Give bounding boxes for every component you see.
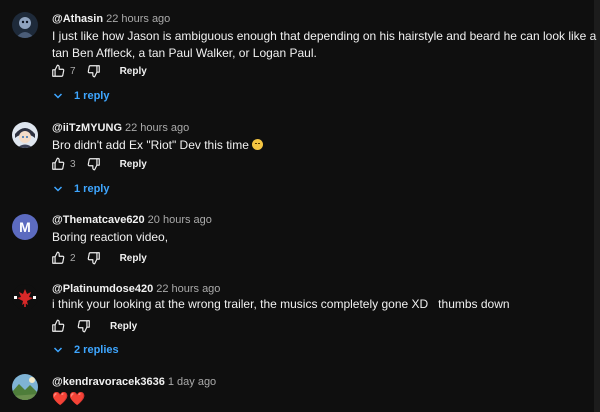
thumbs-up-icon[interactable] (50, 63, 66, 79)
like-count: 3 (70, 158, 76, 170)
comment-meta: @Platinumdose420 22 hours ago (52, 282, 220, 296)
comment-author[interactable]: @Thematcave620 (52, 214, 145, 226)
chevron-down-icon (52, 344, 64, 356)
thumbs-down-icon[interactable] (76, 318, 92, 334)
comment-text: I just like how Jason is ambiguous enoug… (52, 29, 597, 60)
comment-meta: @iiTzMYUNG 22 hours ago (52, 121, 189, 135)
comment-meta: @Thematcave620 20 hours ago (52, 213, 212, 227)
comment-author[interactable]: @Platinumdose420 (52, 283, 153, 295)
view-replies-button[interactable]: 1 reply (52, 90, 109, 102)
replies-count-label: 1 reply (74, 183, 110, 195)
reply-button[interactable]: Reply (120, 253, 147, 264)
comment-actions: Reply (50, 317, 137, 335)
thumbs-up-icon[interactable] (50, 250, 66, 266)
reply-button[interactable]: Reply (110, 321, 137, 332)
comment-meta: @kendravoracek3636 1 day ago (52, 375, 216, 389)
avatar-landscape-photo-icon[interactable] (12, 374, 38, 400)
comment-author[interactable]: @kendravoracek3636 (52, 376, 165, 388)
comment-item: @Athasin 22 hours ago I just like how Jas… (0, 0, 597, 112)
avatar-canada-flag-icon[interactable] (12, 284, 38, 310)
replies-count-label: 2 replies (74, 344, 119, 356)
thumbs-up-icon[interactable] (50, 156, 66, 172)
comment-item: @kendravoracek3636 1 day ago ❤️❤️ (0, 366, 594, 412)
chevron-down-icon (52, 90, 64, 102)
comment-timestamp[interactable]: 22 hours ago (156, 283, 220, 295)
smirk-face-emoji (251, 139, 263, 150)
comment-timestamp[interactable]: 20 hours ago (148, 214, 212, 226)
like-count: 2 (70, 252, 76, 264)
comment-actions: 7 Reply (50, 62, 147, 80)
comment-actions: 2 Reply (50, 249, 147, 267)
comment-text: Boring reaction video, (52, 230, 169, 244)
comment-timestamp[interactable]: 22 hours ago (106, 13, 170, 25)
comment-item: @Platinumdose420 22 hours ago i think you… (0, 274, 594, 366)
comment-item: @iiTzMYUNG 22 hours ago Bro didn't add Ex… (0, 112, 594, 204)
comment-author[interactable]: @Athasin (52, 13, 103, 25)
comment-item: M @Thematcave620 20 hours ago Boring reac… (0, 204, 594, 274)
reply-button[interactable]: Reply (120, 159, 147, 170)
comment-timestamp[interactable]: 1 day ago (168, 376, 216, 388)
reply-button[interactable]: Reply (120, 66, 147, 77)
avatar-letter-icon[interactable]: M (12, 214, 38, 240)
thumbs-down-icon[interactable] (86, 63, 102, 79)
thumbs-down-icon[interactable] (86, 156, 102, 172)
avatar-anime-character-icon[interactable] (12, 122, 38, 148)
comment-actions: 3 Reply (50, 155, 147, 173)
chevron-down-icon (52, 183, 64, 195)
comment-timestamp[interactable]: 22 hours ago (125, 122, 189, 134)
thumbs-down-icon[interactable] (86, 250, 102, 266)
comment-text-body: Bro didn't add Ex "Riot" Dev this time (52, 138, 249, 152)
avatar-letter: M (19, 219, 31, 235)
view-replies-button[interactable]: 1 reply (52, 183, 109, 195)
comment-meta: @Athasin 22 hours ago (52, 12, 170, 26)
comment-author[interactable]: @iiTzMYUNG (52, 122, 122, 134)
comment-text: Bro didn't add Ex "Riot" Dev this time (52, 137, 597, 154)
avatar-dark-character-icon[interactable] (12, 12, 38, 38)
view-replies-button[interactable]: 2 replies (52, 344, 119, 356)
thumbs-up-icon[interactable] (50, 318, 66, 334)
comment-text: i think your looking at the wrong traile… (52, 297, 510, 311)
like-count: 7 (70, 65, 76, 77)
comment-text: ❤️❤️ (52, 391, 87, 406)
replies-count-label: 1 reply (74, 90, 110, 102)
